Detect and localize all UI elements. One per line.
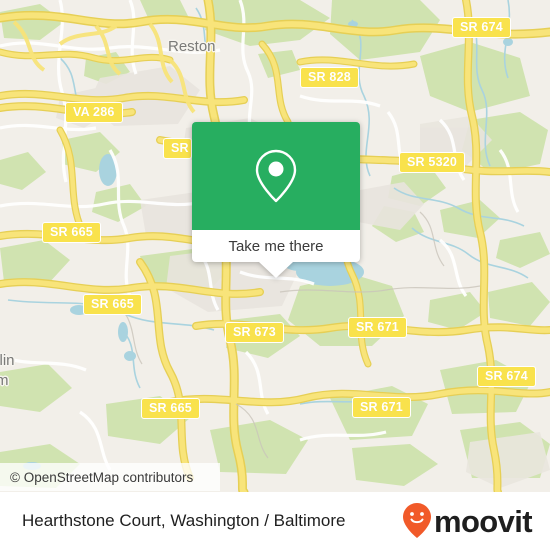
road-shield-sr-674-south: SR 674 bbox=[477, 366, 536, 387]
footer-bar: Hearthstone Court, Washington / Baltimor… bbox=[0, 492, 550, 550]
screenshot-root: Reston klin m SR 674 SR 828 VA 286 SR SR… bbox=[0, 0, 550, 550]
road-shield-sr-671-lower: SR 671 bbox=[352, 397, 411, 418]
location-title: Hearthstone Court, Washington / Baltimor… bbox=[22, 511, 346, 530]
popup-pointer-tail bbox=[259, 262, 293, 278]
popup-action-bar[interactable]: Take me there bbox=[192, 230, 360, 262]
road-shield-va-286: VA 286 bbox=[65, 102, 123, 123]
place-label: klin bbox=[0, 352, 15, 369]
map-attribution: © OpenStreetMap contributors bbox=[0, 463, 220, 491]
place-label: Reston bbox=[168, 38, 216, 55]
attribution-text: © OpenStreetMap contributors bbox=[10, 469, 194, 485]
road-shield-sr-674-north: SR 674 bbox=[452, 17, 511, 38]
moovit-wordmark: moovit bbox=[433, 503, 533, 539]
road-shield-sr-665-south: SR 665 bbox=[141, 398, 200, 419]
map-canvas[interactable]: Reston klin m SR 674 SR 828 VA 286 SR SR… bbox=[0, 0, 550, 492]
map-popup-card[interactable]: Take me there bbox=[192, 122, 360, 278]
map-pin-icon bbox=[255, 149, 297, 203]
road-shield-sr-5320: SR 5320 bbox=[399, 152, 466, 173]
moovit-pin-smile-icon bbox=[402, 503, 431, 538]
popup-header bbox=[192, 122, 360, 230]
take-me-there-label: Take me there bbox=[228, 237, 324, 255]
road-shield-sr-665-west: SR 665 bbox=[42, 222, 101, 243]
moovit-logo[interactable]: moovit bbox=[402, 502, 533, 540]
road-shield-sr-671-upper: SR 671 bbox=[348, 317, 407, 338]
road-shield-sr-partial: SR bbox=[163, 138, 192, 159]
road-shield-sr-673: SR 673 bbox=[225, 322, 284, 343]
place-label: m bbox=[0, 372, 9, 389]
road-shield-sr-665-mid: SR 665 bbox=[83, 294, 142, 315]
road-shield-sr-828: SR 828 bbox=[300, 67, 359, 88]
